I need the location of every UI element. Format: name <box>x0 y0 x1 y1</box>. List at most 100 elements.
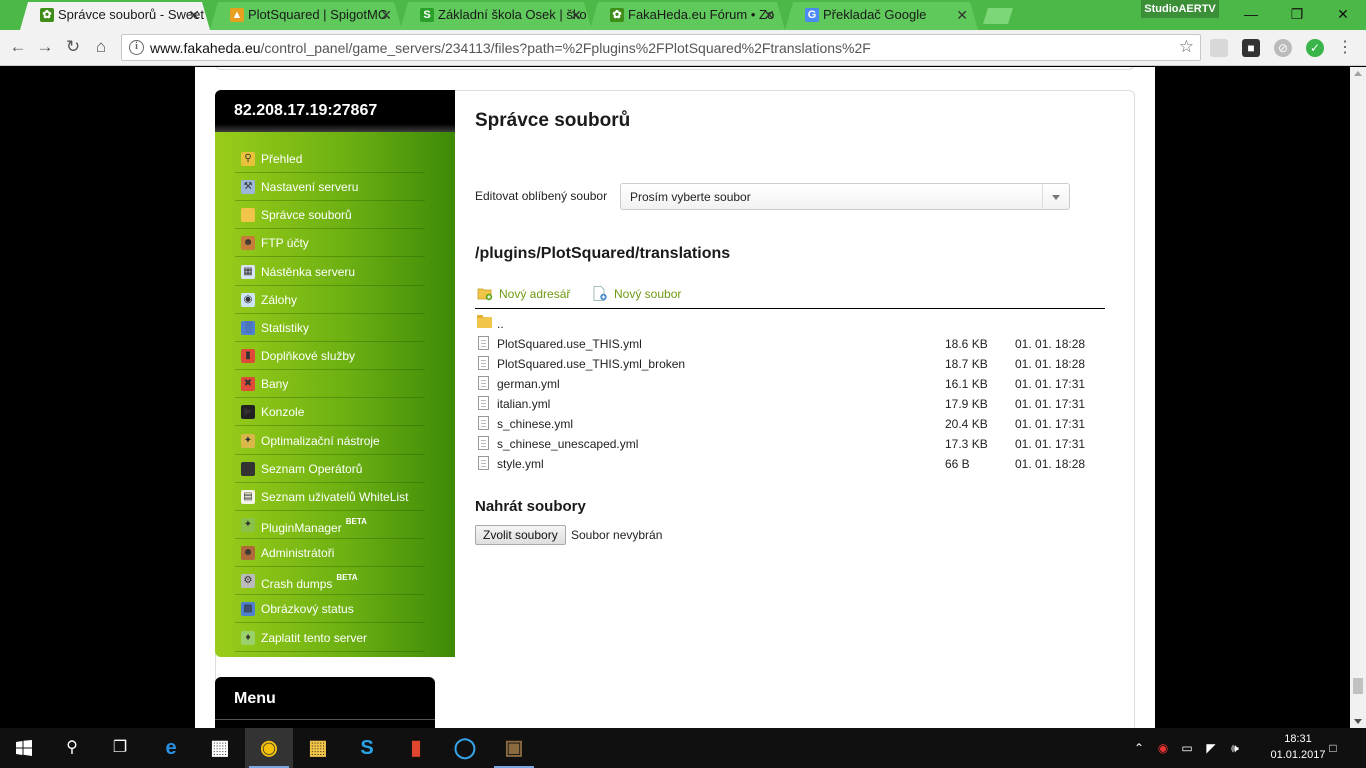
chrome-menu-icon[interactable]: ⋮ <box>1336 39 1354 57</box>
sidebar-item[interactable]: ☻ Administrátoři <box>235 539 425 568</box>
extension-check-icon[interactable]: ✓ <box>1306 39 1324 57</box>
minecraft-icon[interactable]: ▣ <box>490 728 538 768</box>
sidebar-item[interactable]: ▩ Obrázkový status <box>235 595 425 624</box>
battery-icon[interactable]: ▭ <box>1176 728 1198 768</box>
new-tab-button[interactable] <box>983 8 1013 24</box>
new-folder-link[interactable]: Nový adresář <box>477 287 570 301</box>
sidebar-item[interactable]: Správce souborů <box>235 201 425 230</box>
app-blue-icon[interactable]: ◯ <box>441 728 489 768</box>
file-icon <box>478 436 489 450</box>
close-icon[interactable]: ✕ <box>763 2 775 28</box>
file-row[interactable]: style.yml 66 B 01. 01. 18:28 <box>475 454 1105 474</box>
file-name[interactable]: .. <box>497 317 504 331</box>
file-row[interactable]: PlotSquared.use_THIS.yml 18.6 KB 01. 01. 1… <box>475 334 1105 354</box>
file-row[interactable]: german.yml 16.1 KB 01. 01. 17:31 <box>475 374 1105 394</box>
restore-icon[interactable]: ❐ <box>1274 0 1320 30</box>
tray-expand-icon[interactable]: ⌃ <box>1130 728 1148 768</box>
sidebar-item[interactable]: ░ Statistiky <box>235 314 425 342</box>
close-window-icon[interactable]: ✕ <box>1320 0 1366 30</box>
browser-tab[interactable]: ✿ Správce souborů - Sweet ✕ <box>20 2 210 30</box>
sidebar-item[interactable]: ✦ Optimalizační nástroje <box>235 427 425 455</box>
file-name[interactable]: german.yml <box>497 377 560 391</box>
system-clock[interactable]: 18:31 01.01.2017 <box>1270 731 1326 763</box>
favorite-file-select[interactable]: Prosím vyberte soubor <box>620 183 1070 210</box>
sidebar-item-label: Bany <box>261 377 289 392</box>
sidebar-item[interactable]: ▦ Nástěnka serveru <box>235 258 425 286</box>
parent-directory-row[interactable]: .. <box>475 314 1105 334</box>
file-icon <box>478 376 489 390</box>
extension-cast-icon[interactable] <box>1210 39 1228 57</box>
file-name[interactable]: italian.yml <box>497 397 550 411</box>
sidebar-item[interactable]: ✦ PluginManager BETA <box>235 511 425 539</box>
sidebar-item[interactable]: ▮ Doplňkové služby <box>235 342 425 371</box>
close-icon[interactable]: ✕ <box>570 2 582 28</box>
address-bar[interactable]: i www.fakaheda.eu/control_panel/game_ser… <box>121 34 1201 61</box>
extension-blocker-icon[interactable]: ⊘ <box>1274 39 1292 57</box>
notifications-icon[interactable]: □ <box>1320 728 1346 768</box>
disc-icon: ◉ <box>241 292 255 307</box>
sidebar-item[interactable]: ▤ Seznam uživatelů WhiteList <box>235 483 425 511</box>
page-scrollbar[interactable] <box>1350 67 1366 728</box>
file-row[interactable]: s_chinese.yml 20.4 KB 01. 01. 17:31 <box>475 414 1105 434</box>
file-name[interactable]: s_chinese.yml <box>497 417 573 431</box>
file-row[interactable]: PlotSquared.use_THIS.yml_broken 18.7 KB 01… <box>475 354 1105 374</box>
file-row[interactable]: italian.yml 17.9 KB 01. 01. 17:31 <box>475 394 1105 414</box>
browser-tab[interactable]: ▲ PlotSquared | SpigotMC ✕ <box>210 2 402 30</box>
reload-icon[interactable]: ↻ <box>61 36 85 60</box>
close-icon[interactable]: ✕ <box>380 2 392 28</box>
task-view-icon[interactable]: ❐ <box>96 728 144 768</box>
sidebar-item[interactable]: ♦ Zaplatit tento server <box>235 624 425 652</box>
skype-icon[interactable]: S <box>343 728 391 768</box>
browser-tab[interactable]: S Základní škola Osek | ško ✕ <box>400 2 592 30</box>
store-icon[interactable]: ▦ <box>196 728 244 768</box>
profile-button[interactable]: StudioAERTV <box>1141 0 1219 18</box>
chrome-icon[interactable]: ◉ <box>245 728 293 768</box>
sidebar-item[interactable]: ▶ Konzole <box>235 398 425 427</box>
tray-app-icon[interactable]: ◉ <box>1152 728 1174 768</box>
sidebar-item[interactable]: ☻ Seznam Operátorů <box>235 455 425 483</box>
tab-title: Správce souborů - Sweet <box>58 7 204 22</box>
scroll-up-icon[interactable] <box>1354 71 1362 76</box>
app-red-icon[interactable]: ▮ <box>392 728 440 768</box>
new-file-link[interactable]: Nový soubor <box>592 286 681 301</box>
scroll-down-icon[interactable] <box>1354 719 1362 724</box>
network-icon[interactable]: ◤ <box>1200 728 1222 768</box>
browser-tab[interactable]: G Překladač Google ✕ <box>785 2 978 30</box>
chevron-down-icon <box>1052 195 1060 200</box>
explorer-icon[interactable]: ▦ <box>294 728 342 768</box>
sidebar-item-label: Doplňkové služby <box>261 349 356 364</box>
windows-taskbar: ⚲ ❐ e ▦ ◉ ▦ S ▮ ◯ ▣ ⌃ ◉ ▭ ◤ 🕪 18:31 01.01.2017 … <box>0 728 1366 768</box>
extension-dark-icon[interactable]: ■ <box>1242 39 1260 57</box>
faucet-favicon: ▲ <box>231 9 243 21</box>
sidebar-item[interactable]: ✖ Bany <box>235 370 425 399</box>
bookmark-star-icon[interactable]: ☆ <box>1179 37 1194 57</box>
favorite-file-value: Prosím vyberte soubor <box>630 190 751 204</box>
file-name[interactable]: style.yml <box>497 457 544 471</box>
file-row[interactable]: s_chinese_unescaped.yml 17.3 KB 01. 01. 17… <box>475 434 1105 454</box>
volume-icon[interactable]: 🕪 <box>1224 728 1246 768</box>
minimize-icon[interactable]: — <box>1228 0 1274 30</box>
sidebar-item[interactable]: ☻ FTP účty <box>235 229 425 258</box>
forward-arrow-icon[interactable]: → <box>33 36 57 60</box>
windows-start-icon[interactable] <box>0 728 48 768</box>
file-name[interactable]: PlotSquared.use_THIS.yml_broken <box>497 357 685 371</box>
search-icon[interactable]: ⚲ <box>48 728 96 768</box>
sidebar-item[interactable]: ⚲ Přehled <box>235 145 425 173</box>
close-icon[interactable]: ✕ <box>956 2 968 28</box>
home-icon[interactable]: ⌂ <box>89 36 113 60</box>
sidebar-item[interactable]: ⚙ Crash dumps BETA <box>235 567 425 596</box>
info-icon[interactable]: i <box>129 40 144 55</box>
close-icon[interactable]: ✕ <box>188 2 200 28</box>
file-name[interactable]: PlotSquared.use_THIS.yml <box>497 337 642 351</box>
browser-tab[interactable]: ✿ FakaHeda.eu Fórum • Zo ✕ <box>590 2 785 30</box>
scroll-thumb[interactable] <box>1353 678 1363 694</box>
file-icon <box>478 456 489 470</box>
wand-icon: ✦ <box>241 433 255 448</box>
edge-icon[interactable]: e <box>147 728 195 768</box>
sidebar-item[interactable]: ◉ Zálohy <box>235 286 425 314</box>
choose-files-button[interactable]: Zvolit soubory <box>475 525 566 545</box>
folder-icon <box>241 208 255 223</box>
file-name[interactable]: s_chinese_unescaped.yml <box>497 437 638 451</box>
back-arrow-icon[interactable]: ← <box>6 36 30 60</box>
sidebar-item[interactable]: ⚒ Nastavení serveru <box>235 173 425 202</box>
